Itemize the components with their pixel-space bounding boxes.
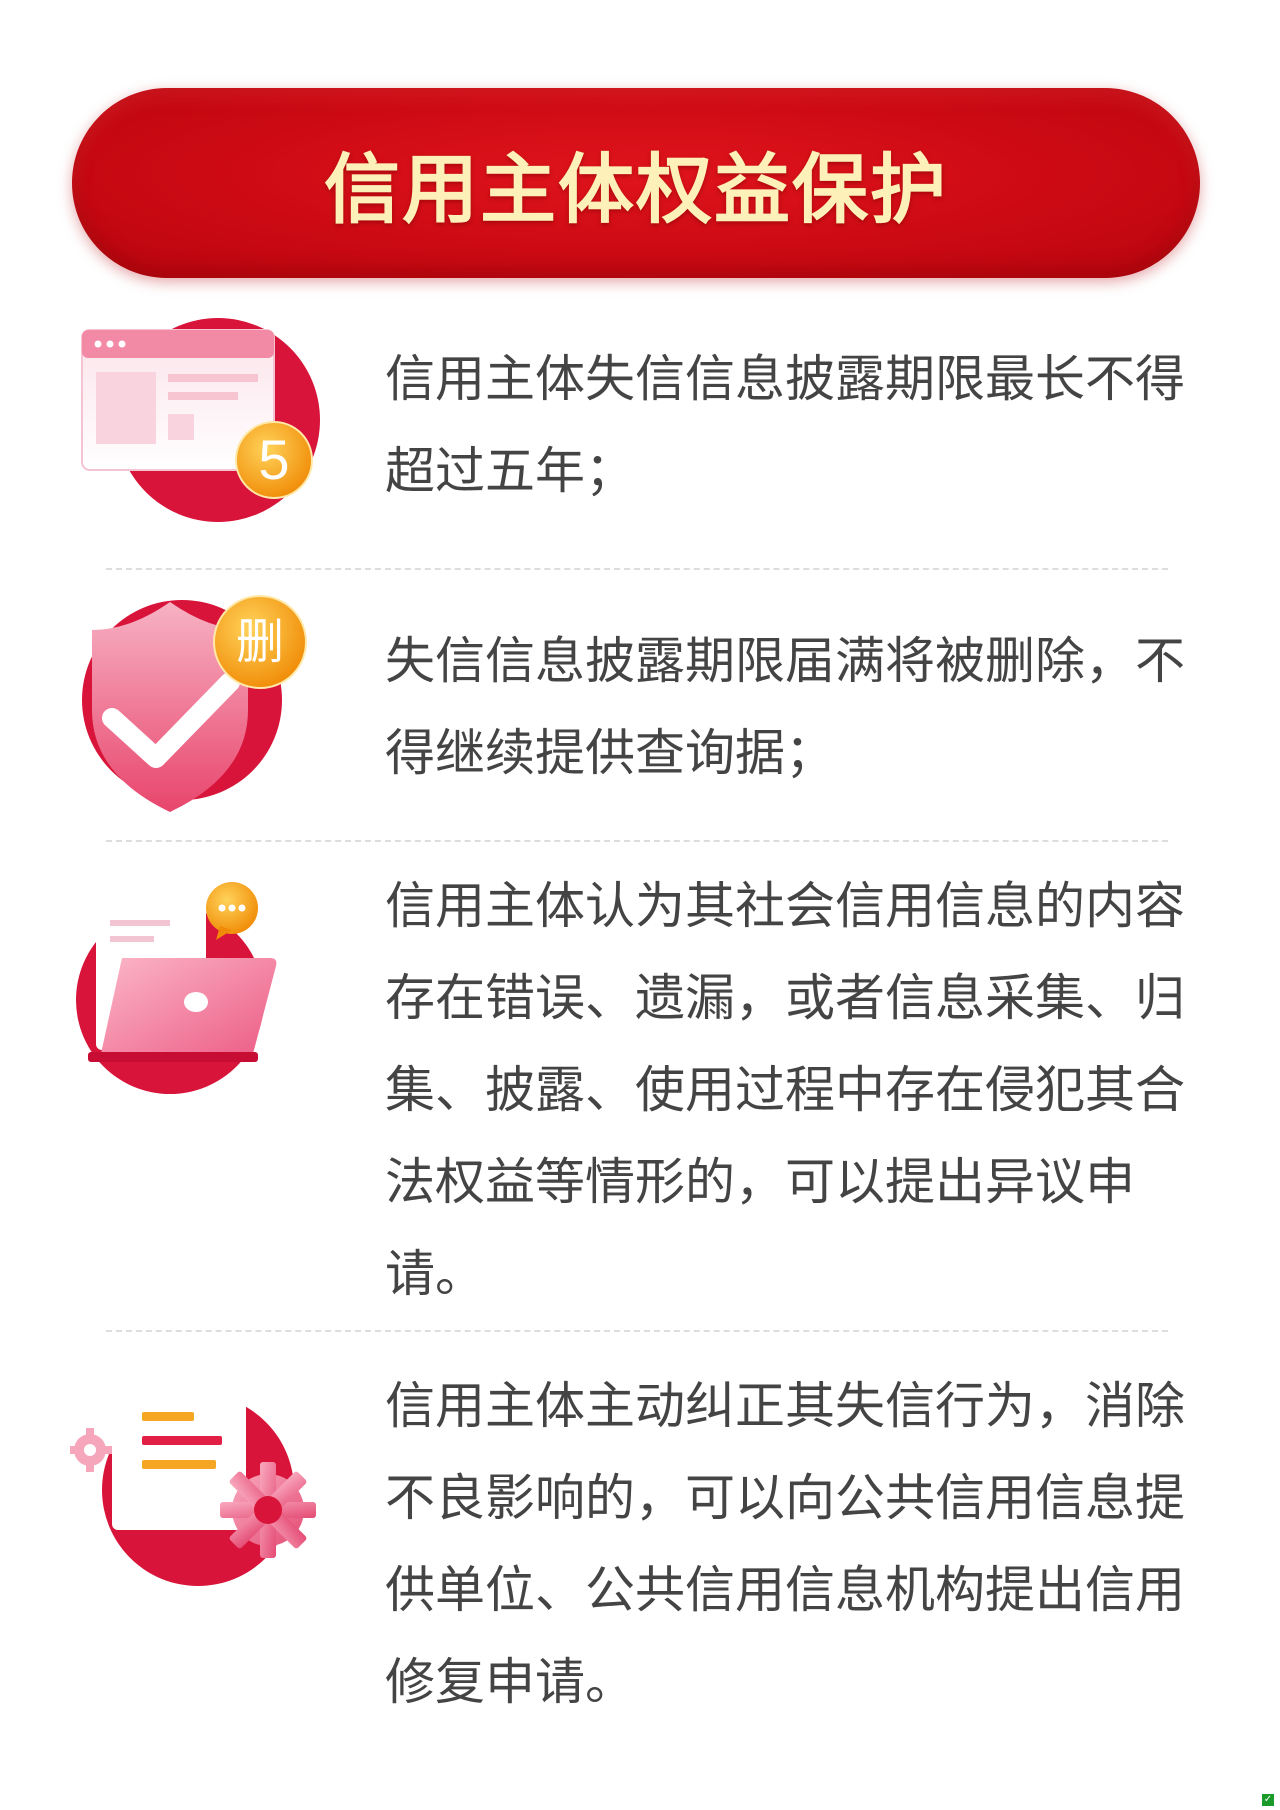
corner-mark-icon: ✓	[1262, 1794, 1274, 1806]
item-text: 失信信息披露期限届满将被删除，不得继续提供查询据；	[385, 632, 1185, 782]
divider	[106, 840, 1168, 842]
document-gear-icon	[70, 1370, 330, 1610]
divider	[106, 568, 1168, 570]
laptop-chat-icon	[70, 880, 330, 1120]
item-text: 信用主体认为其社会信用信息的内容存在错误、遗漏，或者信息采集、归集、披露、使用过…	[385, 877, 1185, 1303]
shield-check-delete-icon: 删	[70, 590, 330, 830]
title-banner: 信用主体权益保护	[72, 88, 1200, 278]
item-text: 信用主体失信信息披露期限最长不得超过五年；	[385, 350, 1185, 500]
badge-number: 5	[258, 428, 290, 491]
item-text: 信用主体主动纠正其失信行为，消除不良影响的，可以向公共信用信息提供单位、公共信用…	[385, 1377, 1185, 1711]
divider	[106, 1330, 1168, 1332]
banner-title: 信用主体权益保护	[324, 145, 948, 234]
badge-delete: 删	[235, 614, 284, 670]
browser-window-5-icon: 5	[70, 310, 330, 550]
